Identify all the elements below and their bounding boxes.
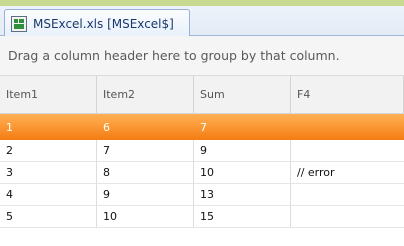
tab-msexcel[interactable]: MSExcel.xls [MSExcel$] bbox=[4, 9, 190, 37]
table-row[interactable]: 3 8 10 // error bbox=[0, 162, 404, 184]
table-cell[interactable] bbox=[291, 140, 404, 162]
column-header-item2[interactable]: Item2 bbox=[97, 76, 194, 113]
table-cell[interactable] bbox=[291, 184, 404, 206]
table-cell[interactable]: 9 bbox=[97, 184, 194, 206]
tab-bar: MSExcel.xls [MSExcel$] bbox=[0, 6, 404, 37]
table-cell[interactable]: 7 bbox=[97, 140, 194, 162]
table-cell[interactable]: 10 bbox=[97, 206, 194, 228]
column-header-sum[interactable]: Sum bbox=[194, 76, 291, 113]
table-cell[interactable]: // error bbox=[291, 162, 404, 184]
table-cell[interactable]: 4 bbox=[0, 184, 97, 206]
table-cell[interactable]: 8 bbox=[97, 162, 194, 184]
table-cell[interactable]: 15 bbox=[194, 206, 291, 228]
table-cell[interactable]: 10 bbox=[194, 162, 291, 184]
table-cell[interactable]: 13 bbox=[194, 184, 291, 206]
excel-sheet-icon bbox=[11, 15, 27, 32]
table-cell[interactable]: 1 bbox=[0, 114, 97, 140]
table-row[interactable]: 2 7 9 bbox=[0, 140, 404, 162]
table-cell[interactable] bbox=[291, 114, 404, 140]
table-cell[interactable]: 9 bbox=[194, 140, 291, 162]
table-cell[interactable]: 6 bbox=[97, 114, 194, 140]
group-by-hint: Drag a column header here to group by th… bbox=[8, 48, 340, 63]
column-header-item1[interactable]: Item1 bbox=[0, 76, 97, 113]
group-by-panel[interactable]: Drag a column header here to group by th… bbox=[0, 36, 404, 76]
table-cell[interactable]: 7 bbox=[194, 114, 291, 140]
table-row[interactable]: 4 9 13 bbox=[0, 184, 404, 206]
table-cell[interactable] bbox=[291, 206, 404, 228]
table-row[interactable]: 1 6 7 bbox=[0, 114, 404, 140]
column-header-f4[interactable]: F4 bbox=[291, 76, 404, 113]
tab-label: MSExcel.xls [MSExcel$] bbox=[33, 16, 174, 31]
grid-header: Item1 Item2 Sum F4 bbox=[0, 76, 404, 114]
table-cell[interactable]: 2 bbox=[0, 140, 97, 162]
data-grid: Item1 Item2 Sum F4 1 6 7 2 7 9 3 8 10 //… bbox=[0, 76, 404, 228]
table-cell[interactable]: 5 bbox=[0, 206, 97, 228]
table-cell[interactable]: 3 bbox=[0, 162, 97, 184]
table-row[interactable]: 5 10 15 bbox=[0, 206, 404, 228]
